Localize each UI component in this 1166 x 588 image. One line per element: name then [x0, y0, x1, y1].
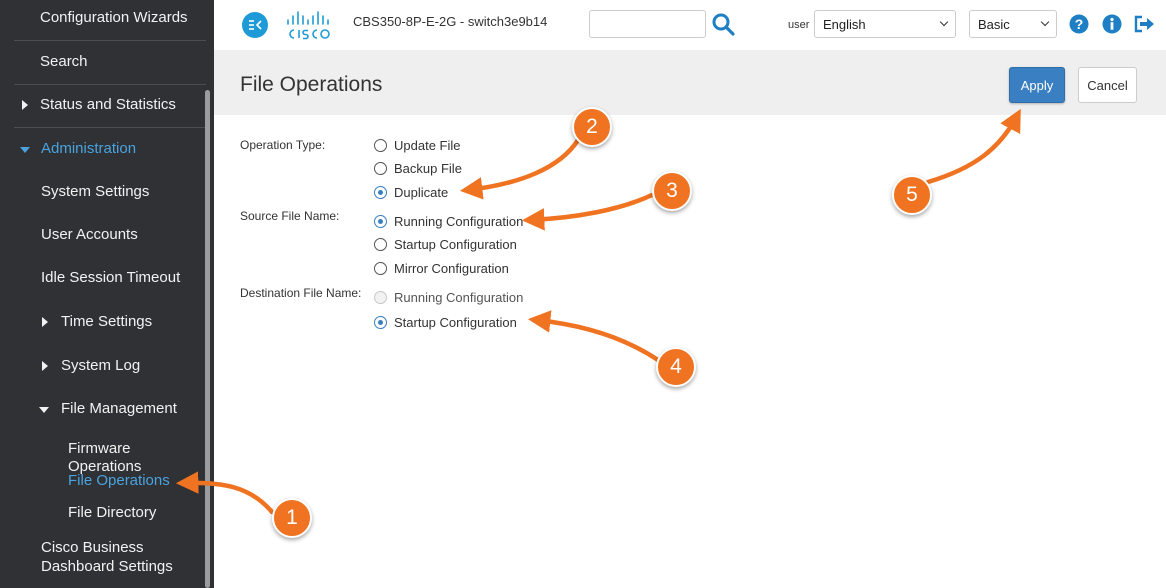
- caret-right-icon: [22, 100, 28, 110]
- sidebar-item-time-settings[interactable]: Time Settings: [0, 313, 205, 331]
- sidebar-item-idle-session-timeout[interactable]: Idle Session Timeout: [0, 269, 205, 287]
- radio-source-startup-configuration[interactable]: Startup Configuration: [374, 236, 517, 252]
- radio-label: Running Configuration: [394, 213, 524, 229]
- radio-duplicate[interactable]: Duplicate: [374, 184, 448, 200]
- chevron-down-icon: [1040, 17, 1050, 27]
- radio-label: Duplicate: [394, 184, 449, 200]
- sidebar-item-label: System Log: [61, 357, 141, 374]
- top-bar: CBS350-8P-E-2G - switch3e9b14 user Engli…: [214, 0, 1166, 50]
- language-select-value: English: [823, 17, 866, 32]
- sidebar-item-label: Dashboard Settings: [41, 558, 173, 575]
- radio-destination-running-configuration: Running Configuration: [374, 289, 523, 305]
- sidebar-item-label: Search: [40, 53, 88, 70]
- sidebar-item-label: File Directory: [68, 504, 157, 521]
- sidebar-item-file-directory[interactable]: File Directory: [0, 504, 205, 522]
- callout-badge-5: 5: [892, 175, 932, 215]
- logout-icon[interactable]: [1133, 14, 1154, 34]
- callout-badge-2: 2: [572, 107, 612, 147]
- page-title: File Operations: [240, 73, 383, 96]
- source-file-name-label: Source File Name:: [240, 209, 340, 223]
- sidebar-item-search[interactable]: Search: [0, 53, 205, 71]
- sidebar-item-label: File Management: [61, 400, 177, 417]
- sidebar-item-label: Configuration Wizards: [40, 9, 188, 26]
- sidebar-item-file-management[interactable]: File Management: [0, 400, 205, 418]
- sidebar-item-system-log[interactable]: System Log: [0, 357, 205, 375]
- radio-update-file[interactable]: Update File: [374, 137, 460, 153]
- sidebar-item-administration[interactable]: Administration: [0, 140, 205, 158]
- sidebar-item-file-operations[interactable]: File Operations: [0, 472, 205, 490]
- info-icon[interactable]: [1102, 14, 1122, 34]
- sidebar-divider: [14, 40, 206, 41]
- destination-file-name-label: Destination File Name:: [240, 286, 362, 300]
- caret-right-icon: [42, 317, 48, 327]
- sidebar-item-label: Administration: [41, 140, 137, 157]
- callout-badge-4: 4: [656, 347, 696, 387]
- sidebar-item-label: Status and Statistics: [40, 96, 176, 113]
- search-input[interactable]: [589, 10, 706, 38]
- radio-button-checked[interactable]: [374, 185, 387, 199]
- radio-label: Startup Configuration: [394, 236, 517, 252]
- cisco-logo-icon: [284, 8, 340, 42]
- radio-source-running-configuration[interactable]: Running Configuration: [374, 213, 523, 229]
- sidebar-item-configuration-wizards[interactable]: Configuration Wizards: [0, 9, 205, 27]
- sidebar-item-label: Firmware Operations: [68, 440, 142, 475]
- sidebar-item-system-settings[interactable]: System Settings: [0, 183, 205, 201]
- callout-badge-3: 3: [652, 171, 692, 211]
- radio-button-checked[interactable]: [374, 315, 387, 329]
- caret-down-icon: [39, 407, 49, 413]
- apply-button[interactable]: Apply: [1009, 67, 1065, 103]
- sidebar-item-label: Time Settings: [61, 313, 153, 330]
- user-label: user: [788, 19, 810, 31]
- language-select[interactable]: English: [814, 10, 956, 38]
- radio-button[interactable]: [374, 261, 387, 275]
- operation-type-label: Operation Type:: [240, 138, 326, 152]
- sidebar-item-cisco-business-dashboard-settings[interactable]: Cisco Business Dashboard Settings: [0, 539, 205, 577]
- mode-select-value: Basic: [978, 17, 1010, 32]
- sidebar: Configuration Wizards Search Status and …: [0, 0, 214, 588]
- sidebar-divider: [14, 84, 206, 85]
- search-icon[interactable]: [711, 12, 735, 36]
- chevron-down-icon: [939, 17, 949, 27]
- radio-button[interactable]: [374, 161, 387, 175]
- sidebar-item-label: Idle Session Timeout: [41, 269, 181, 286]
- radio-source-mirror-configuration[interactable]: Mirror Configuration: [374, 260, 509, 276]
- radio-button-disabled: [374, 290, 387, 304]
- sidebar-item-firmware-operations[interactable]: Firmware Operations: [0, 440, 205, 475]
- callout-badge-1: 1: [272, 498, 312, 538]
- radio-label: Backup File: [394, 160, 462, 176]
- radio-label: Running Configuration: [394, 289, 524, 305]
- sidebar-item-label: System Settings: [41, 183, 150, 200]
- caret-down-icon: [20, 147, 30, 153]
- collapse-menu-icon[interactable]: [242, 12, 268, 38]
- caret-right-icon: [42, 361, 48, 371]
- radio-label: Startup Configuration: [394, 314, 517, 330]
- sidebar-item-label: File Operations: [68, 472, 170, 489]
- radio-label: Update File: [394, 137, 461, 153]
- radio-destination-startup-configuration[interactable]: Startup Configuration: [374, 314, 517, 330]
- sidebar-scrollbar[interactable]: [205, 90, 210, 588]
- help-icon[interactable]: ?: [1069, 14, 1089, 34]
- radio-button[interactable]: [374, 237, 387, 251]
- sidebar-divider: [14, 127, 206, 128]
- radio-backup-file[interactable]: Backup File: [374, 160, 462, 176]
- mode-select[interactable]: Basic: [969, 10, 1057, 38]
- radio-button-checked[interactable]: [374, 214, 387, 228]
- cancel-button[interactable]: Cancel: [1078, 67, 1137, 103]
- svg-text:?: ?: [1075, 16, 1084, 32]
- device-model-label: CBS350-8P-E-2G - switch3e9b14: [353, 14, 548, 29]
- radio-label: Mirror Configuration: [394, 260, 509, 276]
- page-header: File Operations Apply Cancel: [214, 50, 1166, 115]
- sidebar-item-status-and-statistics[interactable]: Status and Statistics: [0, 96, 205, 114]
- sidebar-item-label: Cisco Business: [41, 539, 144, 556]
- radio-button[interactable]: [374, 138, 387, 152]
- sidebar-item-label: User Accounts: [41, 226, 138, 243]
- sidebar-item-user-accounts[interactable]: User Accounts: [0, 226, 205, 244]
